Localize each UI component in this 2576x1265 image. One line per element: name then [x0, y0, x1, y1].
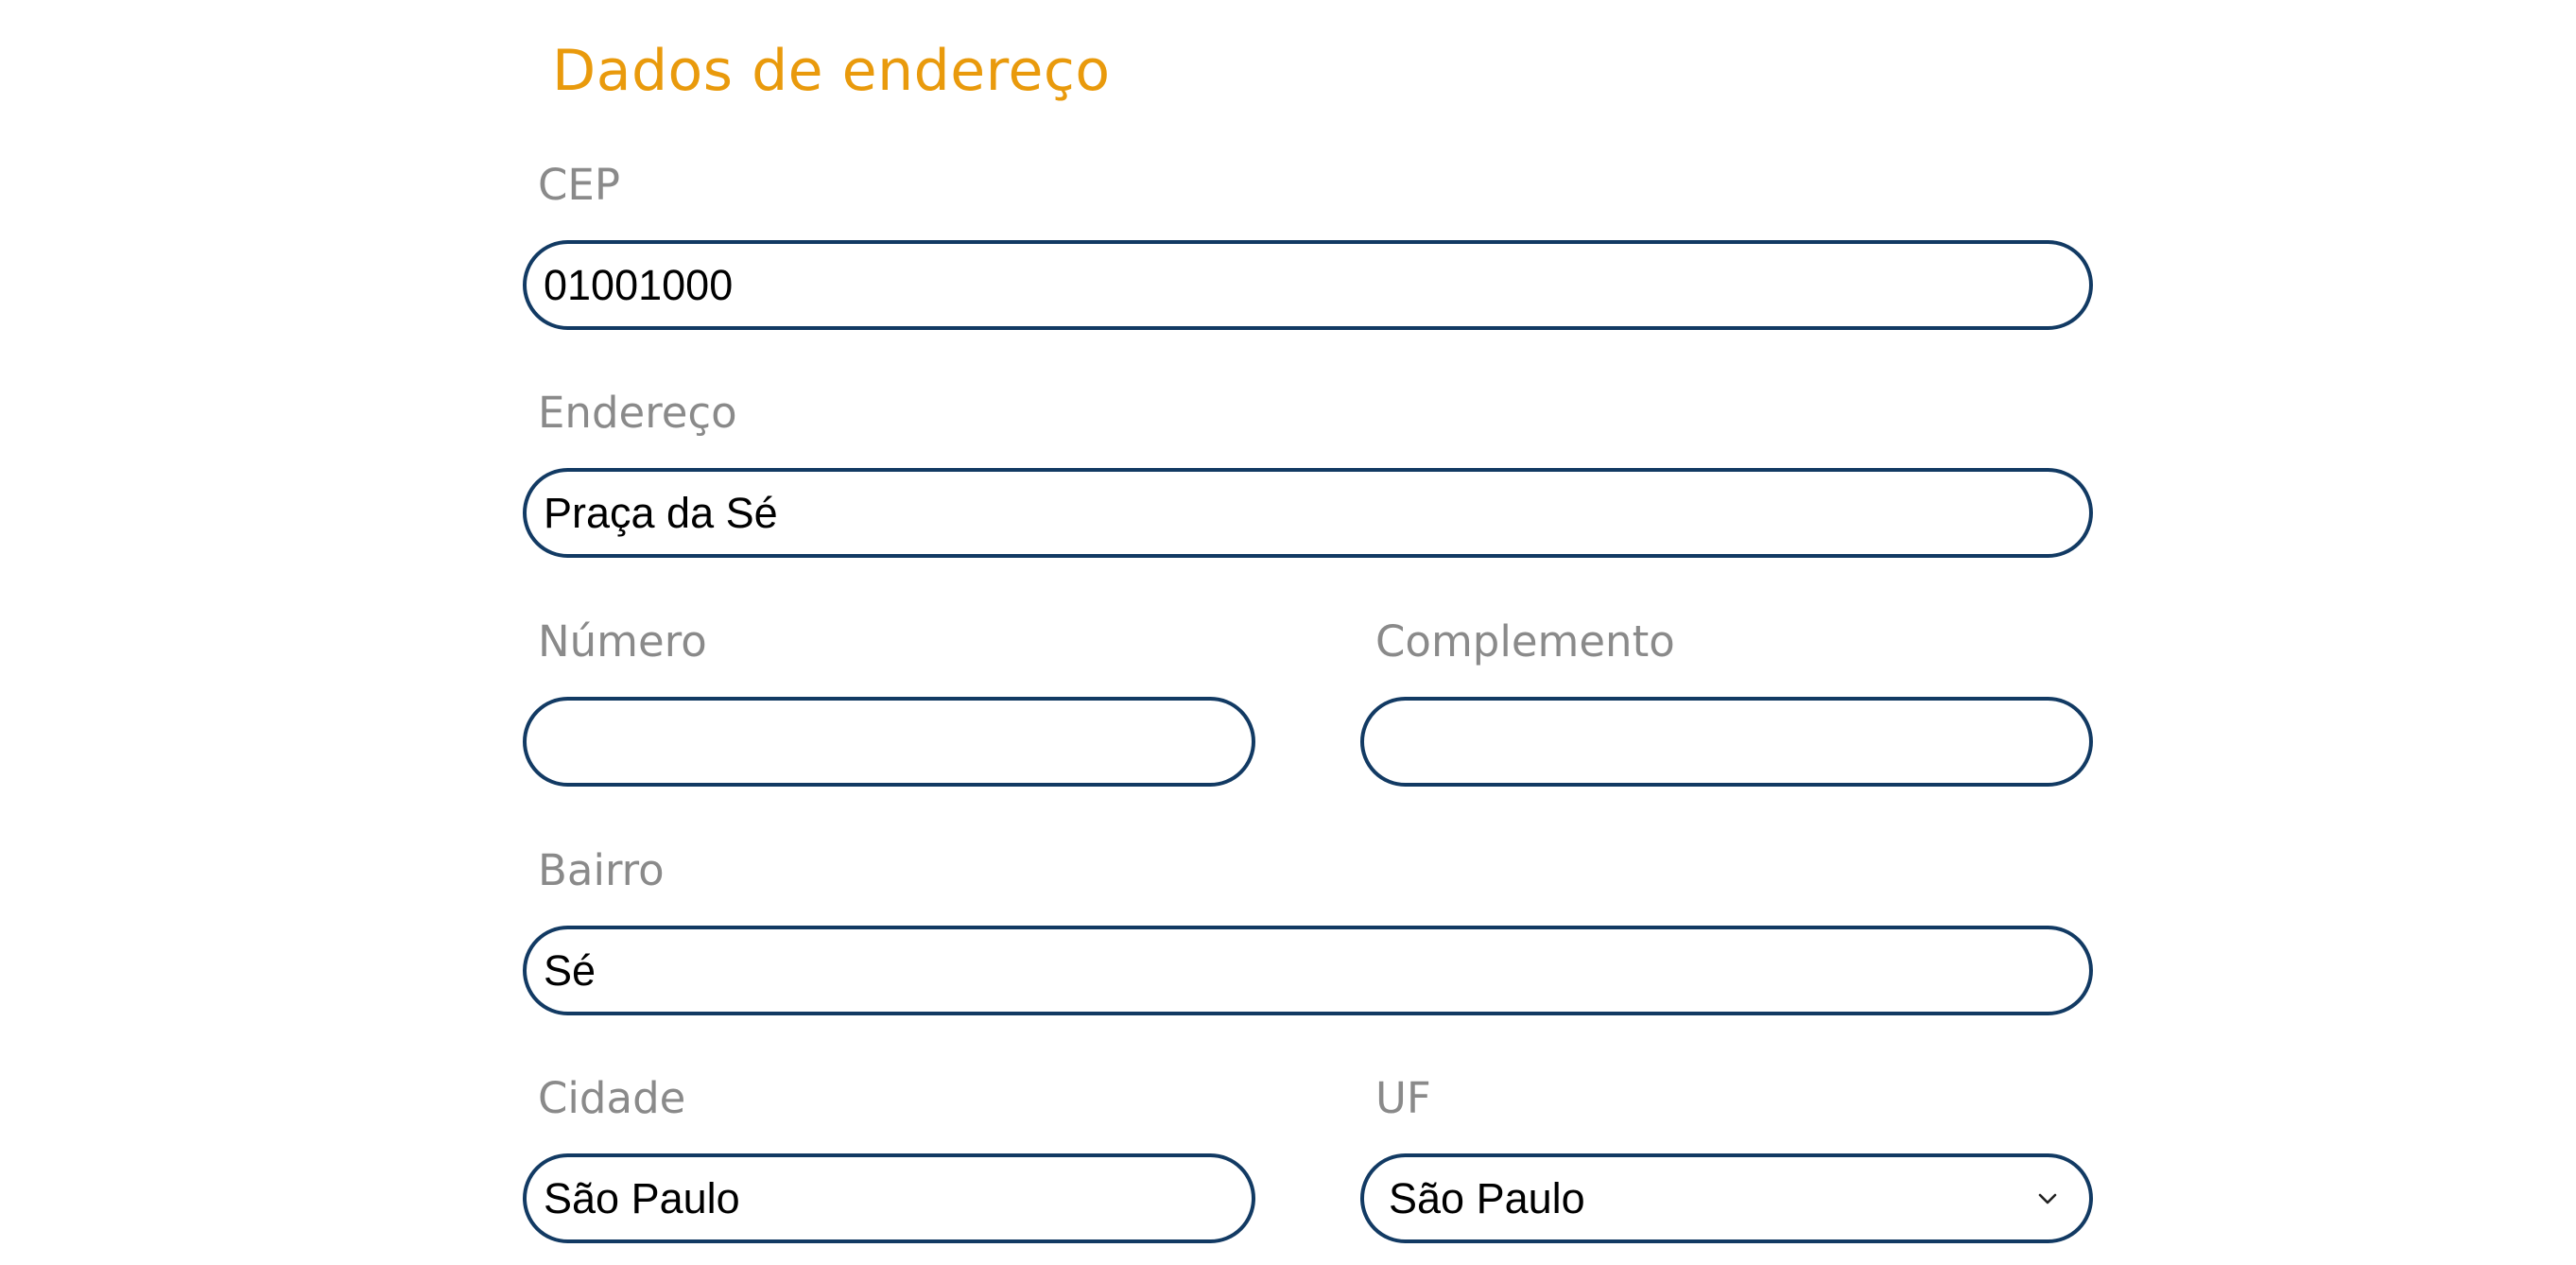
bairro-value: Sé — [544, 945, 596, 995]
endereco-value: Praça da Sé — [544, 488, 778, 537]
cidade-input[interactable]: São Paulo — [523, 1153, 1255, 1243]
endereco-label: Endereço — [538, 388, 737, 438]
uf-selected-value: São Paulo — [1389, 1173, 1585, 1222]
chevron-down-icon — [2034, 1186, 2061, 1212]
numero-label: Número — [538, 616, 707, 667]
bairro-input[interactable]: Sé — [523, 926, 2093, 1015]
cep-label: CEP — [538, 160, 620, 210]
section-title: Dados de endereço — [552, 38, 1111, 104]
numero-input[interactable] — [523, 697, 1255, 787]
complemento-input[interactable] — [1360, 697, 2093, 787]
cidade-label: Cidade — [538, 1073, 686, 1123]
cep-input[interactable]: 01001000 — [523, 240, 2093, 330]
address-form: Dados de endereço CEP 01001000 Endereço … — [0, 0, 2576, 1265]
uf-select[interactable]: São Paulo — [1360, 1153, 2093, 1243]
endereco-input[interactable]: Praça da Sé — [523, 468, 2093, 558]
cep-value: 01001000 — [544, 260, 734, 309]
complemento-label: Complemento — [1375, 616, 1675, 667]
cidade-value: São Paulo — [544, 1173, 740, 1222]
bairro-label: Bairro — [538, 845, 665, 895]
uf-label: UF — [1375, 1073, 1431, 1123]
